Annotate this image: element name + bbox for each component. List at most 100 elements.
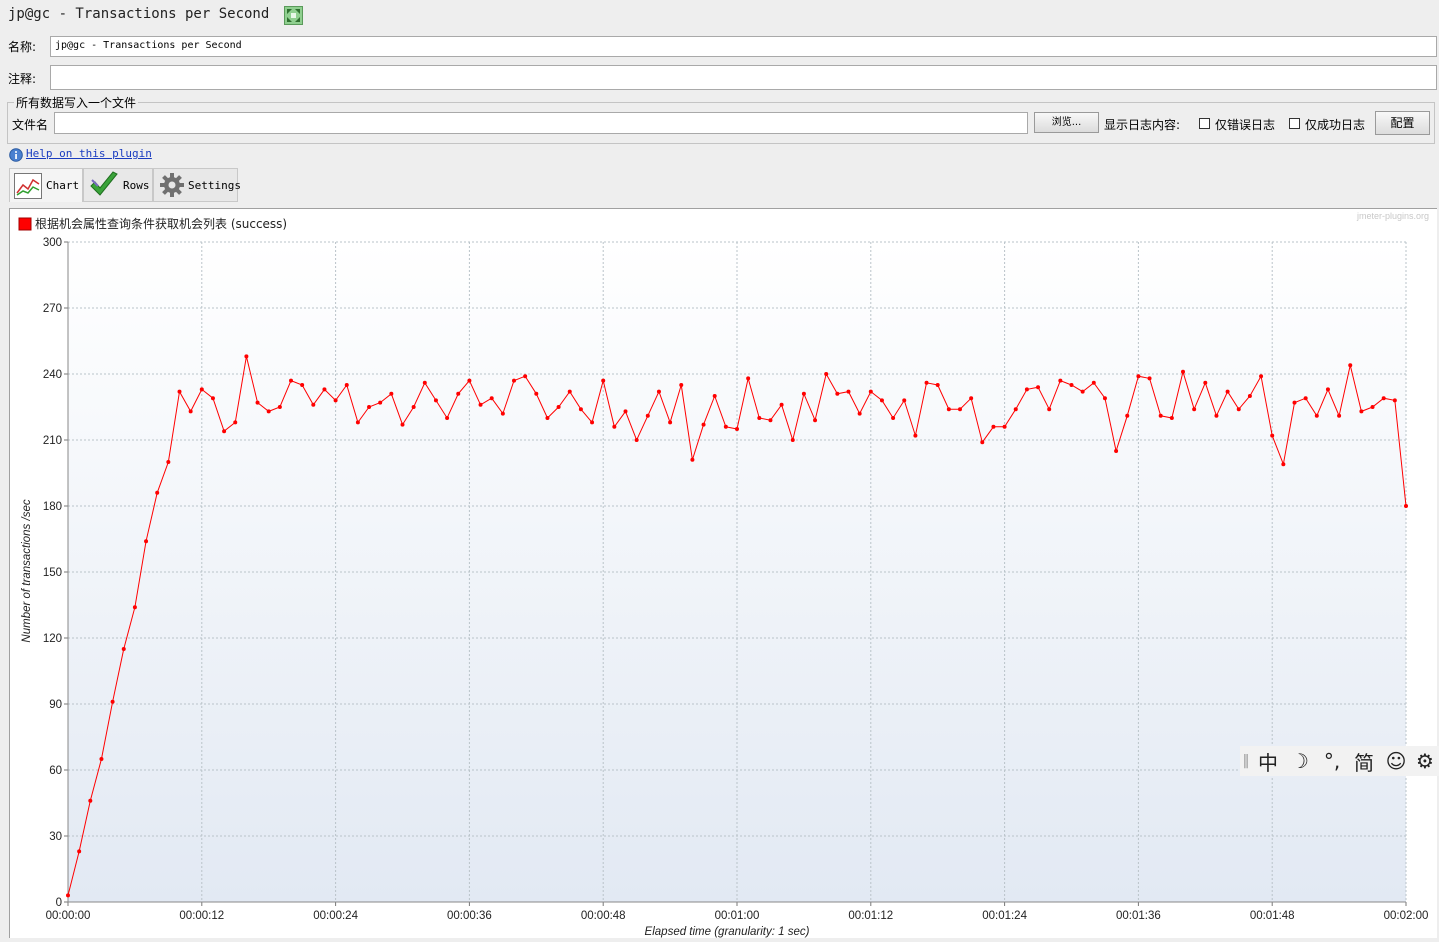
y-tick-label: 150: [43, 567, 62, 579]
x-tick-label: 00:01:12: [848, 910, 893, 922]
gear-icon: [159, 172, 185, 198]
data-point: [690, 457, 695, 462]
data-point: [1281, 462, 1286, 467]
y-tick-label: 30: [49, 831, 62, 843]
log-content-label: 显示日志内容:: [1104, 118, 1181, 132]
data-point: [222, 429, 227, 434]
data-point: [913, 433, 918, 438]
tab-settings[interactable]: Settings: [153, 168, 241, 202]
y-tick-label: 270: [43, 303, 62, 315]
y-tick-label: 180: [43, 501, 62, 513]
comment-field[interactable]: [50, 65, 1437, 90]
y-tick-label: 300: [43, 237, 62, 249]
data-point: [188, 409, 193, 414]
ime-punctuation-icon[interactable]: °,: [1316, 749, 1348, 773]
data-point: [1091, 380, 1096, 385]
data-point: [879, 398, 884, 403]
data-point: [1069, 383, 1074, 387]
data-point: [411, 405, 416, 409]
tab-rows[interactable]: Rows: [83, 168, 153, 202]
chart-panel: 0 30 60 90 120 150 180 210 240 270 300 00:00:00 00:0…: [9, 208, 1437, 938]
expand-icon[interactable]: [284, 6, 303, 25]
tab-chart[interactable]: Chart: [9, 168, 83, 202]
data-point: [77, 849, 82, 854]
data-point: [1136, 374, 1141, 379]
data-point: [155, 490, 160, 495]
data-point: [66, 893, 70, 898]
data-point: [355, 420, 360, 425]
tab-settings-label: Settings: [188, 178, 241, 192]
name-label: 名称:: [8, 40, 37, 54]
data-point: [467, 378, 472, 383]
data-point: [958, 407, 962, 412]
y-tick-label: 120: [43, 633, 62, 645]
ime-settings-icon[interactable]: ⚙: [1412, 749, 1438, 773]
data-point: [233, 420, 238, 425]
data-point: [668, 420, 673, 425]
data-point: [556, 405, 561, 409]
data-point: [1303, 396, 1308, 401]
data-point: [645, 413, 650, 418]
data-point: [110, 699, 115, 704]
config-button[interactable]: 配置: [1375, 111, 1430, 135]
name-field[interactable]: jp@gc - Transactions per Second: [50, 36, 1437, 57]
data-point: [489, 396, 494, 401]
data-point: [400, 422, 405, 427]
ime-chinese-mode-icon[interactable]: 中: [1252, 747, 1284, 776]
data-point: [389, 391, 394, 396]
ime-moon-icon[interactable]: ☽: [1284, 749, 1316, 773]
data-point: [1125, 413, 1130, 418]
data-point: [1292, 400, 1297, 405]
ime-drag-handle[interactable]: ‖: [1240, 753, 1252, 769]
data-point: [266, 409, 271, 414]
help-link[interactable]: Help on this plugin: [26, 147, 152, 160]
data-point: [255, 400, 260, 405]
data-point: [768, 418, 773, 423]
x-tick-label: 00:02:00: [1384, 910, 1429, 922]
data-point: [1203, 380, 1208, 385]
filename-field[interactable]: [54, 112, 1028, 134]
chart-icon: [14, 172, 42, 199]
browse-button[interactable]: 浏览...: [1034, 112, 1099, 133]
data-point: [512, 378, 516, 383]
data-point: [311, 402, 316, 407]
data-point: [1404, 504, 1408, 508]
data-point: [433, 398, 438, 403]
data-point: [1370, 405, 1375, 409]
data-point: [1013, 407, 1018, 412]
data-point: [1036, 385, 1041, 390]
y-tick-label: 0: [56, 897, 62, 909]
data-point: [1381, 396, 1386, 401]
data-point: [969, 396, 974, 401]
x-tick-label: 00:01:24: [982, 910, 1027, 922]
data-point: [891, 416, 896, 420]
data-point: [1270, 433, 1275, 438]
data-point: [1247, 394, 1252, 398]
ime-smiley-icon[interactable]: ☺: [1380, 749, 1412, 773]
data-point: [367, 405, 372, 409]
data-point: [1181, 369, 1185, 374]
x-tick-label: 00:00:24: [313, 910, 358, 922]
window-title: jp@gc - Transactions per Second: [8, 6, 270, 22]
data-point: [534, 391, 539, 396]
data-point: [757, 416, 762, 420]
data-point: [701, 422, 706, 427]
file-group-legend: 所有数据写入一个文件: [14, 94, 139, 111]
ime-toolbar[interactable]: ‖ 中 ☽ °, 简 ☺ ⚙: [1240, 746, 1439, 776]
data-point: [1102, 396, 1107, 401]
y-axis-label: Number of transactions /sec: [21, 499, 33, 642]
data-point: [1392, 398, 1397, 403]
success-only-checkbox[interactable]: [1289, 118, 1300, 129]
data-point: [1337, 413, 1342, 418]
y-tick-label: 210: [43, 435, 62, 447]
data-point: [1314, 413, 1319, 418]
ime-simplified-icon[interactable]: 简: [1348, 747, 1380, 776]
x-tick-label: 00:01:00: [715, 910, 760, 922]
data-point: [121, 647, 126, 651]
data-point: [1236, 407, 1241, 412]
data-point: [445, 416, 450, 420]
errors-only-checkbox[interactable]: [1199, 118, 1210, 129]
legend-label: 根据机会属性查询条件获取机会列表 (success): [35, 217, 287, 231]
data-point: [478, 402, 483, 407]
y-tick-label: 240: [43, 369, 62, 381]
